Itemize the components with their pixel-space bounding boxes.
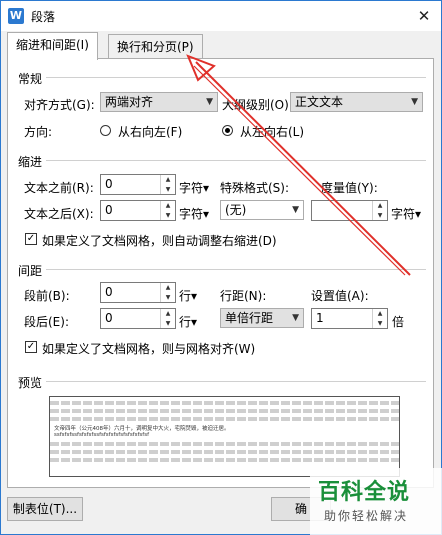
divider	[46, 269, 426, 270]
align-label: 对齐方式(G):	[24, 98, 95, 112]
chevron-down-icon: ▼	[292, 313, 299, 323]
ltr-label: 从左向右(L)	[240, 125, 305, 139]
space-after-unit[interactable]: 行▾	[179, 313, 197, 330]
watermark-subtitle: 助你轻松解决	[324, 509, 409, 523]
special-format-label: 特殊格式(S):	[220, 181, 290, 195]
indent-after-value: 0	[105, 203, 113, 217]
setting-input[interactable]: 1 ▲ ▼	[311, 308, 388, 329]
setting-unit: 倍	[392, 315, 405, 329]
watermark-title: 百科全说	[318, 480, 411, 505]
ltr-radio[interactable]	[222, 125, 233, 136]
indent-before-input[interactable]: 0 ▲ ▼	[100, 174, 176, 195]
indent-after-input[interactable]: 0 ▲ ▼	[100, 200, 176, 221]
tab-line-page-breaks[interactable]: 换行和分页(P)	[108, 34, 203, 59]
grid-align-checkbox[interactable]: ✓	[25, 341, 37, 353]
measure-input[interactable]: ▲ ▼	[311, 200, 388, 221]
outline-value: 正文文本	[295, 95, 344, 109]
tab-indent-spacing[interactable]: 缩进和间距(I)	[7, 32, 98, 60]
rtl-label: 从右向左(F)	[118, 125, 183, 139]
grid-align-label: 如果定义了文档网格，则与网格对齐(W)	[42, 342, 256, 356]
chevron-down-icon: ▼	[411, 97, 418, 107]
space-after-value: 0	[105, 311, 113, 325]
close-icon[interactable]: ✕	[413, 5, 435, 27]
wps-app-icon: W	[8, 8, 24, 24]
direction-label: 方向:	[24, 125, 53, 139]
spin-down-icon[interactable]: ▼	[373, 211, 387, 220]
divider	[46, 160, 426, 161]
preview-previous-paragraph	[50, 417, 399, 421]
space-before-unit[interactable]: 行▾	[179, 287, 197, 304]
measure-unit[interactable]: 字符▾	[391, 205, 421, 222]
space-before-label: 段前(B):	[24, 289, 70, 303]
line-spacing-select[interactable]: 单倍行距 ▼	[220, 308, 304, 328]
indent-before-label: 文本之前(R):	[24, 181, 94, 195]
outline-label: 大纲级别(O):	[222, 98, 293, 112]
auto-adjust-label: 如果定义了文档网格，则自动调整右缩进(D)	[42, 234, 277, 248]
tabs-button[interactable]: 制表位(T)...	[7, 497, 83, 521]
rtl-radio[interactable]	[100, 125, 111, 136]
dialog-title: 段落	[31, 10, 56, 24]
indent-before-value: 0	[105, 177, 113, 191]
preview-section-title: 预览	[18, 376, 43, 390]
chevron-down-icon: ▼	[206, 97, 213, 107]
measure-label: 度量值(Y):	[321, 181, 378, 195]
setting-value: 1	[316, 311, 324, 325]
align-select[interactable]: 两端对齐 ▼	[100, 92, 218, 112]
special-format-select[interactable]: (无) ▼	[220, 200, 304, 220]
auto-adjust-checkbox[interactable]: ✓	[25, 233, 37, 245]
spin-up-icon[interactable]: ▲	[161, 309, 175, 318]
space-before-input[interactable]: 0 ▲ ▼	[100, 282, 176, 303]
preview-previous-paragraph	[50, 401, 399, 405]
special-format-value: (无)	[225, 203, 247, 217]
spin-down-icon[interactable]: ▼	[161, 319, 175, 328]
preview-next-paragraph	[50, 458, 399, 462]
setting-label: 设置值(A):	[311, 289, 369, 303]
preview-next-paragraph	[50, 450, 399, 454]
spin-down-icon[interactable]: ▼	[161, 185, 175, 194]
space-after-input[interactable]: 0 ▲ ▼	[100, 308, 176, 329]
spin-down-icon[interactable]: ▼	[161, 211, 175, 220]
paragraph-dialog: W 段落 ✕ 缩进和间距(I) 换行和分页(P) 常规 对齐方式(G): 两端对…	[0, 0, 442, 535]
spin-up-icon[interactable]: ▲	[161, 201, 175, 210]
preview-previous-paragraph	[50, 409, 399, 413]
line-spacing-value: 单倍行距	[225, 311, 274, 325]
tab-panel: 常规 对齐方式(G): 两端对齐 ▼ 大纲级别(O): 正文文本 ▼ 方向: 从…	[7, 58, 434, 488]
divider	[46, 77, 426, 78]
spacing-section-title: 间距	[18, 264, 43, 278]
indent-after-label: 文本之后(X):	[24, 207, 94, 221]
align-value: 两端对齐	[105, 95, 154, 109]
watermark: 百科全说 助你轻松解决	[310, 468, 442, 535]
indent-section-title: 缩进	[18, 155, 43, 169]
spin-up-icon[interactable]: ▲	[161, 283, 175, 292]
indent-after-unit[interactable]: 字符▾	[179, 205, 209, 222]
spin-down-icon[interactable]: ▼	[161, 293, 175, 302]
spin-down-icon[interactable]: ▼	[373, 319, 387, 328]
preview-next-paragraph	[50, 442, 399, 446]
indent-before-unit[interactable]: 字符▾	[179, 179, 209, 196]
space-after-label: 段后(E):	[24, 315, 69, 329]
chevron-down-icon: ▼	[292, 205, 299, 215]
spin-up-icon[interactable]: ▲	[373, 201, 387, 210]
space-before-value: 0	[105, 285, 113, 299]
preview-sample-line: 文帝四年（公元408年）六月十，调明复中大火，宅院焚毁，被迫迁居。	[54, 426, 230, 432]
spin-up-icon[interactable]: ▲	[373, 309, 387, 318]
title-bar: W 段落 ✕	[1, 1, 441, 31]
line-spacing-label: 行距(N):	[220, 289, 267, 303]
preview-sample-line: ssfsfsfssfsfsfsfssfsfsfsfsfsfsfsfsfsfsf	[54, 432, 150, 438]
outline-select[interactable]: 正文文本 ▼	[290, 92, 423, 112]
spin-up-icon[interactable]: ▲	[161, 175, 175, 184]
general-section-title: 常规	[18, 72, 43, 86]
divider	[46, 381, 426, 382]
preview-box: 文帝四年（公元408年）六月十，调明复中大火，宅院焚毁，被迫迁居。 ssfsfs…	[49, 396, 400, 477]
